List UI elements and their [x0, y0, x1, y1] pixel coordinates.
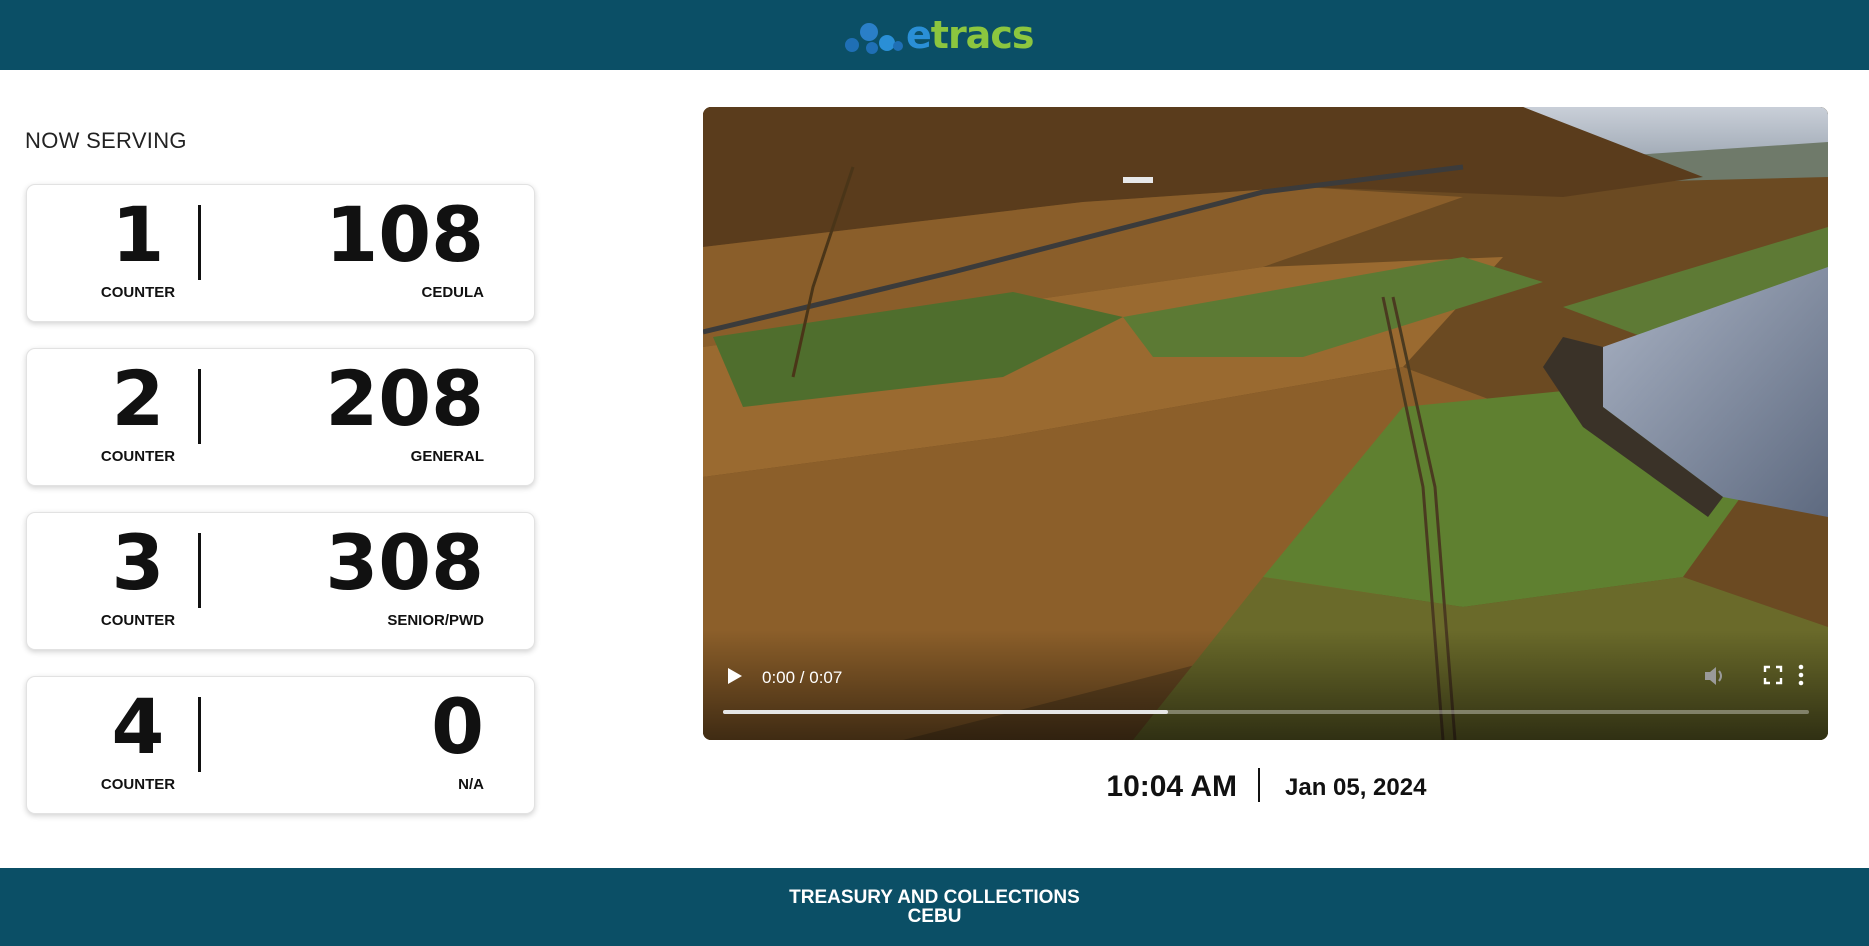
ticket-number: 208 — [325, 354, 484, 443]
counter-card: 1 COUNTER 108 CEDULA — [26, 184, 535, 322]
counter-number: 2 — [111, 354, 165, 443]
current-date: Jan 05, 2024 — [1285, 774, 1427, 801]
current-time: 10:04 AM — [1106, 770, 1237, 803]
bubbles-logo-icon — [845, 23, 903, 54]
more-vert-icon[interactable] — [1796, 664, 1806, 686]
service-label: CEDULA — [421, 284, 485, 301]
counter-number: 3 — [111, 518, 165, 607]
video-player[interactable]: 0:00 / 0:07 — [703, 107, 1828, 740]
ticket-number: 108 — [325, 190, 484, 279]
counter-label: COUNTER — [100, 776, 176, 793]
now-serving-title: NOW SERVING — [25, 128, 187, 153]
counter-label: COUNTER — [100, 612, 176, 629]
card-divider — [198, 697, 201, 772]
counter-card: 4 COUNTER 0 N/A — [26, 676, 535, 814]
card-divider — [198, 533, 201, 608]
clock-divider — [1258, 768, 1260, 802]
video-progress-fill — [723, 710, 1169, 714]
counter-label: COUNTER — [100, 448, 176, 465]
header-bar: etracs — [0, 0, 1869, 70]
ticket-number: 0 — [431, 682, 484, 771]
clock-display: 10:04 AM Jan 05, 2024 — [1000, 768, 1580, 808]
footer-bar: TREASURY AND COLLECTIONS CEBU — [0, 868, 1869, 946]
ticket-number: 308 — [325, 518, 484, 607]
video-progress-bar[interactable] — [723, 710, 1809, 714]
logo-text: etracs — [906, 13, 1035, 57]
counter-number: 4 — [111, 682, 165, 771]
volume-icon[interactable] — [1703, 665, 1727, 687]
counter-number: 1 — [111, 190, 165, 279]
service-label: N/A — [458, 776, 484, 793]
time-display: 0:00 / 0:07 — [762, 668, 843, 687]
counter-card: 2 COUNTER 208 GENERAL — [26, 348, 535, 486]
fullscreen-icon[interactable] — [1763, 665, 1783, 685]
controls-shade — [703, 630, 1828, 740]
service-label: GENERAL — [410, 448, 484, 465]
play-icon[interactable] — [725, 667, 743, 685]
card-divider — [198, 205, 201, 280]
counter-label: COUNTER — [100, 284, 176, 301]
counter-card: 3 COUNTER 308 SENIOR/PWD — [26, 512, 535, 650]
card-divider — [198, 369, 201, 444]
logo-text-prefix: e — [906, 13, 932, 57]
logo-text-suffix: tracs — [930, 13, 1035, 57]
service-label: SENIOR/PWD — [387, 612, 484, 629]
etracs-logo: etracs — [842, 12, 1035, 58]
office-location: CEBU — [907, 906, 962, 927]
